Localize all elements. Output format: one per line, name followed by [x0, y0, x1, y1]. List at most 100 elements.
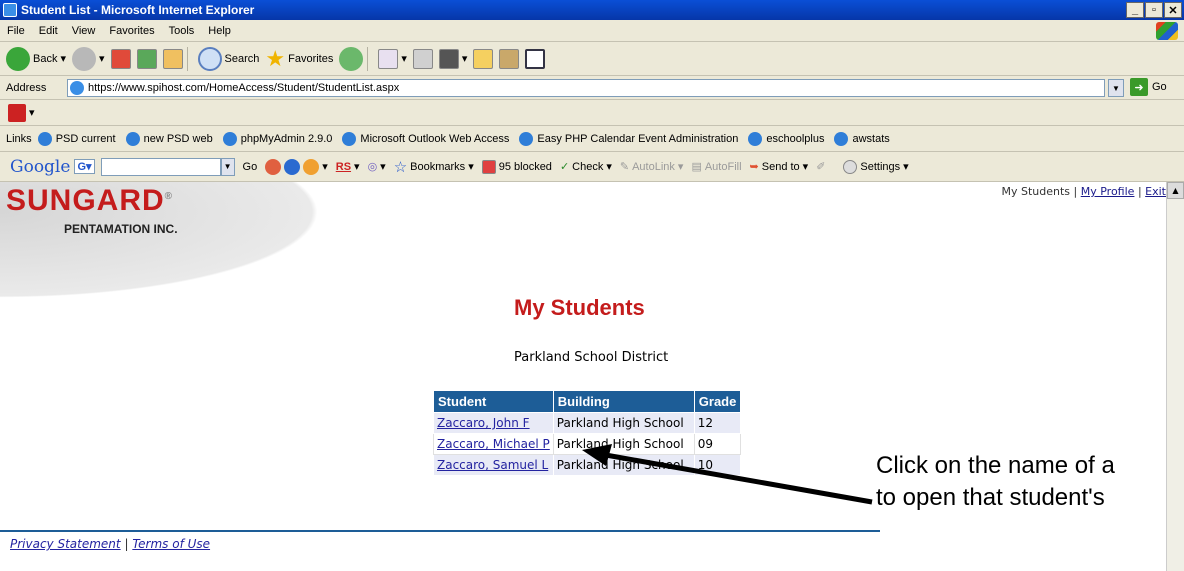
google-search-dropdown[interactable]: ▼ — [220, 157, 235, 176]
toolbar-icons-group[interactable]: ▾ — [265, 158, 328, 175]
nav-separator: | — [1073, 185, 1078, 198]
menu-edit[interactable]: Edit — [32, 25, 65, 37]
minimize-button[interactable]: _ — [1126, 2, 1144, 18]
edit-button[interactable]: ▾ — [438, 48, 467, 69]
menu-favorites[interactable]: Favorites — [102, 25, 161, 37]
menu-view[interactable]: View — [65, 25, 103, 37]
research-button[interactable] — [499, 48, 520, 69]
ie-page-icon — [834, 131, 849, 146]
menu-help[interactable]: Help — [201, 25, 238, 37]
student-link[interactable]: Zaccaro, John F — [437, 416, 530, 430]
search-button[interactable]: Search — [197, 46, 260, 71]
home-button[interactable] — [162, 48, 183, 69]
google-search-input[interactable] — [100, 157, 221, 176]
settings-icon — [843, 159, 858, 174]
brand-subtitle: PENTAMATION INC. — [64, 222, 178, 236]
go-button[interactable]: ➜ Go — [1130, 78, 1167, 96]
terms-of-use-link[interactable]: Terms of Use — [132, 537, 210, 551]
messenger-icon — [525, 48, 546, 69]
home-icon — [162, 48, 183, 69]
messenger-button[interactable] — [525, 48, 546, 69]
edit-icon — [438, 48, 459, 69]
forward-arrow-icon — [72, 46, 96, 71]
autolink-button[interactable]: ✎ AutoLink ▾ — [620, 160, 684, 174]
vertical-scrollbar[interactable]: ▲ — [1166, 182, 1184, 571]
grade-cell: 12 — [693, 412, 742, 434]
back-label: Back — [33, 52, 58, 65]
notes-button[interactable] — [473, 48, 494, 69]
pencil-button[interactable]: ✐ — [816, 160, 825, 173]
link-label: eschoolplus — [766, 132, 825, 145]
google-go-label: Go — [242, 160, 258, 173]
back-arrow-icon — [6, 46, 30, 71]
spell-check-button[interactable]: ✓ Check ▾ — [560, 160, 612, 174]
google-toolbar: Google G▾ ▼ Go ▾ RS ▾ ◎ ▾ ☆ Bookmarks ▾ 95 b… — [0, 152, 1184, 182]
close-button[interactable]: ✕ — [1164, 2, 1182, 18]
bookmarks-star-icon: ☆ — [393, 158, 408, 176]
autofill-button[interactable]: ▤ AutoFill — [691, 160, 741, 174]
nav-my-students[interactable]: My Students — [1001, 185, 1070, 198]
search-icon — [197, 46, 222, 71]
link-outlook-web-access[interactable]: Microsoft Outlook Web Access — [342, 131, 509, 146]
google-go-button[interactable]: Go — [243, 161, 258, 173]
pdf-toolbar: ▾ — [0, 100, 1184, 126]
puzzle-icon — [303, 158, 320, 175]
table-row: Zaccaro, John F Parkland High School 12 — [433, 412, 742, 434]
page-icon — [70, 81, 84, 95]
student-link[interactable]: Zaccaro, Michael P — [437, 437, 550, 451]
favorites-button[interactable]: ★ Favorites — [265, 46, 333, 72]
footer-separator: | — [124, 537, 129, 551]
pdf-icon[interactable] — [8, 103, 26, 122]
nav-exit[interactable]: Exit — [1145, 185, 1166, 198]
scroll-up-icon[interactable]: ▲ — [1167, 182, 1184, 199]
ie-page-icon — [37, 131, 52, 146]
link-eschoolplus[interactable]: eschoolplus — [748, 131, 825, 146]
link-phpmyadmin[interactable]: phpMyAdmin 2.9.0 — [222, 131, 332, 146]
back-button[interactable]: Back ▾ — [6, 46, 66, 71]
student-cell: Zaccaro, Samuel L — [433, 454, 554, 476]
rs-button[interactable]: RS ▾ — [336, 160, 360, 174]
privacy-statement-link[interactable]: Privacy Statement — [10, 537, 121, 551]
windows-logo-icon — [1156, 22, 1178, 40]
stop-button[interactable] — [110, 48, 131, 69]
address-input[interactable]: https://www.spihost.com/HomeAccess/Stude… — [67, 79, 1105, 97]
address-dropdown[interactable]: ▼ — [1108, 79, 1124, 97]
nav-my-profile[interactable]: My Profile — [1081, 185, 1135, 198]
column-header-grade: Grade — [693, 390, 742, 413]
print-button[interactable] — [412, 48, 433, 69]
link-awstats[interactable]: awstats — [834, 131, 890, 146]
window-title: Student List - Microsoft Internet Explor… — [21, 3, 255, 17]
send-to-button[interactable]: ➥ Send to ▾ — [750, 160, 809, 174]
maximize-button[interactable]: ▫ — [1145, 2, 1163, 18]
link-new-psd-web[interactable]: new PSD web — [125, 131, 213, 146]
address-bar: Address https://www.spihost.com/HomeAcce… — [0, 76, 1184, 100]
district-name: Parkland School District — [514, 350, 669, 365]
student-cell: Zaccaro, Michael P — [433, 433, 554, 455]
menu-file[interactable]: File — [0, 25, 32, 37]
bookmarks-button[interactable]: ☆ Bookmarks ▾ — [394, 158, 474, 176]
highlight-button[interactable]: ◎ ▾ — [368, 160, 386, 173]
links-label: Links — [6, 132, 32, 145]
autolink-label: AutoLink — [632, 160, 675, 173]
link-easy-php-calendar[interactable]: Easy PHP Calendar Event Administration — [519, 131, 738, 146]
ie-page-icon — [748, 131, 763, 146]
google-g-button[interactable]: G▾ — [74, 159, 95, 174]
refresh-button[interactable] — [136, 48, 157, 69]
mail-button[interactable]: ▾ — [378, 48, 407, 69]
window-controls: _ ▫ ✕ — [1126, 2, 1182, 18]
menu-tools[interactable]: Tools — [162, 25, 202, 37]
column-header-building: Building — [552, 390, 695, 413]
forward-button[interactable]: ▾ — [72, 46, 105, 71]
link-psd-current[interactable]: PSD current — [37, 131, 116, 146]
search-label: Search — [224, 52, 260, 65]
arrow-head — [582, 444, 612, 466]
student-link[interactable]: Zaccaro, Samuel L — [437, 458, 548, 472]
send-to-label: Send to — [761, 160, 800, 173]
bookmarks-label: Bookmarks — [410, 160, 466, 173]
footer-divider — [0, 530, 880, 532]
popup-blocker-button[interactable]: 95 blocked — [481, 159, 552, 174]
ie-page-icon — [342, 131, 357, 146]
history-button[interactable] — [339, 46, 364, 71]
settings-button[interactable]: Settings ▾ — [843, 159, 909, 174]
pdf-dropdown-icon[interactable]: ▾ — [29, 106, 35, 119]
